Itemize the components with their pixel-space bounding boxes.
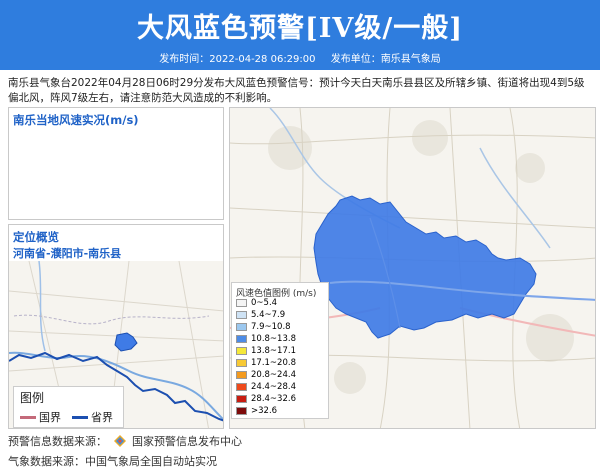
wind-panel-title: 南乐当地风速实况(m/s) <box>13 113 139 127</box>
wind-legend-item: 28.4~32.6 <box>236 394 296 404</box>
publish-unit: 发布单位：南乐县气象局 <box>330 54 441 65</box>
wind-legend-item: 5.4~7.9 <box>236 310 285 320</box>
map-legend-item-province: 省界 <box>72 409 113 425</box>
wind-speed-panel: 南乐当地风速实况(m/s) <box>8 107 224 220</box>
province-border-swatch <box>72 415 88 419</box>
wind-legend-item: 0~5.4 <box>236 298 277 308</box>
warning-description: 南乐县气象台2022年04月28日06时29分发布大风蓝色预警信号：预计今天白天… <box>8 77 585 104</box>
wind-legend-item: 10.8~13.8 <box>236 334 296 344</box>
map-legend-title: 图例 <box>20 391 45 405</box>
warning-source: 预警信息数据来源： 国家预警信息发布中心 <box>8 435 242 448</box>
warning-center-logo-icon <box>113 435 126 447</box>
location-panel[interactable]: 定位概览 河南省-濮阳市-南乐县 图例 国界 省界 <box>8 224 224 429</box>
wind-legend-item: 17.1~20.8 <box>236 358 296 368</box>
wind-legend-item: 13.8~17.1 <box>236 346 296 356</box>
national-border-swatch <box>20 415 36 419</box>
location-path: 河南省-濮阳市-南乐县 <box>13 247 122 260</box>
header-banner: 大风蓝色预警[IV级/一般] 发布时间：2022-04-28 06:29:00 … <box>0 0 600 70</box>
publish-meta: 发布时间：2022-04-28 06:29:00 发布单位：南乐县气象局 <box>0 50 600 65</box>
map-legend: 图例 国界 省界 <box>13 386 124 428</box>
wind-legend-item: 24.4~28.4 <box>236 382 296 392</box>
page-title: 大风蓝色预警[IV级/一般] <box>137 13 463 44</box>
wind-legend-item: >32.6 <box>236 406 277 416</box>
map-legend-item-national: 国界 <box>20 409 61 425</box>
wind-speed-legend: 风速色值图例 (m/s) 0~5.4 5.4~7.9 7.9~10.8 10.8… <box>231 282 329 419</box>
publish-time: 发布时间：2022-04-28 06:29:00 <box>159 54 316 65</box>
warning-source-link[interactable]: 国家预警信息发布中心 <box>132 435 242 448</box>
wind-legend-item: 7.9~10.8 <box>236 322 291 332</box>
wind-legend-item: 20.8~24.4 <box>236 370 296 380</box>
location-panel-title: 定位概览 <box>13 230 59 244</box>
weather-source: 气象数据来源：中国气象局全国自动站实况 <box>8 455 217 468</box>
